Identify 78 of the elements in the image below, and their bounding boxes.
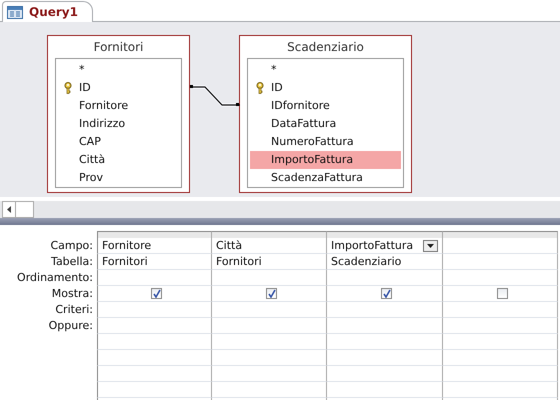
grid-cell[interactable]: Scadenziario bbox=[327, 254, 443, 270]
field-name[interactable]: * bbox=[269, 61, 403, 79]
grid-cell[interactable] bbox=[97, 318, 212, 334]
grid-cell[interactable] bbox=[97, 366, 212, 382]
grid-cell[interactable] bbox=[443, 286, 558, 302]
caret-icon bbox=[427, 244, 434, 248]
grid-cell[interactable] bbox=[212, 286, 327, 302]
grid-cell[interactable] bbox=[327, 382, 443, 398]
query-icon bbox=[7, 6, 23, 18]
grid-cell[interactable] bbox=[443, 366, 558, 382]
field-name[interactable]: Prov bbox=[77, 169, 181, 187]
grid-cell[interactable] bbox=[97, 286, 212, 302]
query-tab[interactable]: Query1 bbox=[2, 1, 93, 22]
field-name[interactable]: Indirizzo bbox=[77, 115, 181, 133]
scroll-left-button[interactable] bbox=[2, 201, 16, 218]
join-line[interactable] bbox=[190, 85, 240, 106]
row-label: Mostra: bbox=[50, 286, 94, 302]
scroll-thumb[interactable] bbox=[16, 201, 34, 218]
grid-cell[interactable] bbox=[212, 382, 327, 398]
grid-cell[interactable] bbox=[327, 270, 443, 286]
grid-cell[interactable] bbox=[212, 334, 327, 350]
grid-cell[interactable] bbox=[97, 334, 212, 350]
field-name[interactable]: ScadenzaFattura bbox=[269, 169, 403, 187]
field-name[interactable]: CAP bbox=[77, 133, 181, 151]
field-name[interactable]: Fornitore bbox=[77, 97, 181, 115]
grid-cell[interactable]: Fornitore bbox=[97, 238, 212, 254]
column-selector[interactable] bbox=[443, 231, 558, 238]
grid-cell[interactable] bbox=[97, 350, 212, 366]
table-window[interactable]: Fornitori * ID Fornitore Indirizzo CAP Città Prov bbox=[47, 35, 190, 193]
grid-cell[interactable]: Fornitori bbox=[97, 254, 212, 270]
grid-cell[interactable] bbox=[443, 270, 558, 286]
row-label: Criteri: bbox=[54, 302, 94, 318]
field-name[interactable]: DataFattura bbox=[269, 115, 403, 133]
field-name[interactable]: ID bbox=[77, 79, 181, 97]
grid-cell[interactable] bbox=[443, 302, 558, 318]
grid-cell[interactable] bbox=[443, 350, 558, 366]
field-name[interactable]: IDfornitore bbox=[269, 97, 403, 115]
show-checkbox[interactable] bbox=[266, 288, 276, 299]
table-title: Scadenziario bbox=[286, 39, 365, 56]
table-title: Fornitori bbox=[92, 39, 144, 56]
grid-cell[interactable] bbox=[443, 238, 558, 254]
grid-cell[interactable] bbox=[212, 302, 327, 318]
grid-cell[interactable] bbox=[443, 254, 558, 270]
grid-cell[interactable] bbox=[327, 302, 443, 318]
column-selector[interactable] bbox=[97, 231, 212, 238]
grid-cell[interactable] bbox=[327, 286, 443, 302]
grid-cell[interactable]: Fornitori bbox=[212, 254, 327, 270]
grid-cell[interactable] bbox=[97, 302, 212, 318]
grid-cell[interactable] bbox=[212, 366, 327, 382]
show-checkbox[interactable] bbox=[151, 288, 162, 299]
grid-cell[interactable] bbox=[443, 382, 558, 398]
grid-cell[interactable] bbox=[212, 350, 327, 366]
grid-cell[interactable] bbox=[327, 366, 443, 382]
grid-cell[interactable] bbox=[97, 382, 212, 398]
row-label: Tabella: bbox=[50, 254, 94, 270]
grid-cell[interactable] bbox=[97, 270, 212, 286]
show-checkbox[interactable] bbox=[496, 288, 508, 299]
grid-cell[interactable]: Città bbox=[212, 238, 327, 254]
row-label: Oppure: bbox=[48, 318, 94, 334]
table-window[interactable]: Scadenziario * ID IDfornitore DataFattura NumeroFattura ImportoFattura ScadenzaFattura bbox=[239, 35, 412, 193]
grid-cell[interactable]: ImportoFattura bbox=[327, 238, 443, 254]
row-label: Campo: bbox=[49, 238, 94, 254]
dropdown-button[interactable] bbox=[423, 240, 438, 252]
field-name[interactable]: ID bbox=[269, 79, 403, 97]
left-arrow-icon bbox=[7, 206, 11, 213]
grid-cell[interactable] bbox=[212, 318, 327, 334]
field-name[interactable]: Città bbox=[77, 151, 181, 169]
field-name[interactable]: * bbox=[77, 61, 181, 79]
grid-cell[interactable] bbox=[443, 318, 558, 334]
column-selector[interactable] bbox=[212, 231, 327, 238]
grid-cell[interactable] bbox=[327, 334, 443, 350]
show-checkbox[interactable] bbox=[381, 288, 392, 299]
grid-cell[interactable] bbox=[212, 270, 327, 286]
row-label: Ordinamento: bbox=[16, 270, 94, 286]
grid-cell[interactable] bbox=[443, 334, 558, 350]
grid-cell[interactable] bbox=[327, 318, 443, 334]
grid-cell[interactable] bbox=[327, 350, 443, 366]
field-name[interactable]: NumeroFattura bbox=[269, 133, 403, 151]
